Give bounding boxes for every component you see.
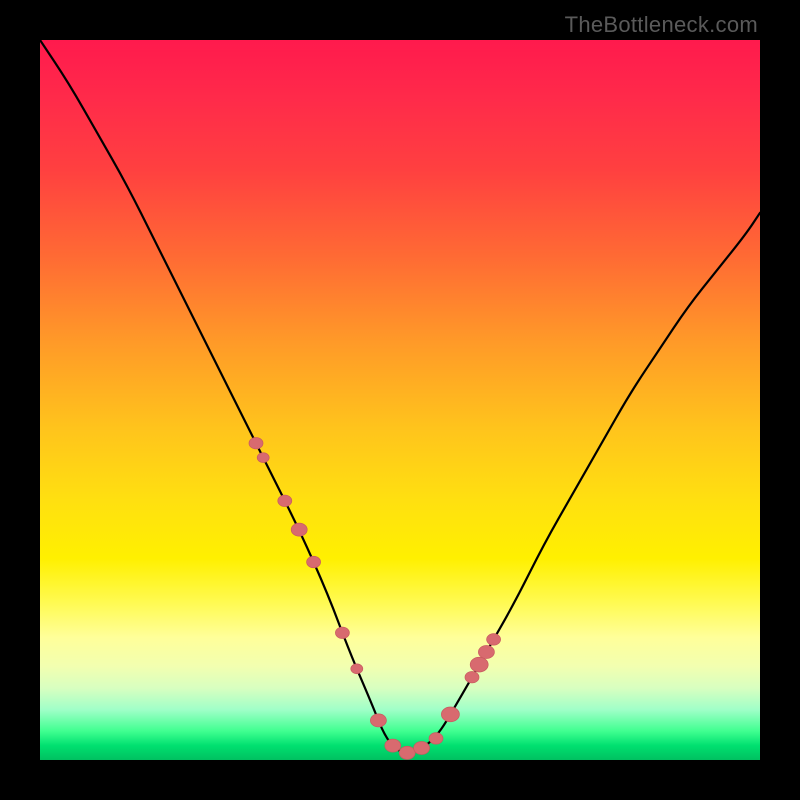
curve-dot xyxy=(414,741,430,754)
curve-dot xyxy=(257,453,269,463)
watermark-text: TheBottleneck.com xyxy=(565,12,758,38)
chart-svg xyxy=(40,40,760,760)
curve-dot xyxy=(478,645,494,658)
curve-dot xyxy=(291,523,307,536)
curve-dot xyxy=(335,627,349,638)
curve-dot xyxy=(370,714,386,727)
curve-dot xyxy=(487,634,501,645)
curve-dot xyxy=(351,664,363,674)
curve-dot xyxy=(441,707,459,722)
curve-dot xyxy=(465,671,479,682)
chart-frame: TheBottleneck.com xyxy=(0,0,800,800)
curve-dot xyxy=(429,733,443,744)
plot-area xyxy=(40,40,760,760)
bottleneck-curve xyxy=(40,40,760,753)
curve-dot xyxy=(307,556,321,567)
curve-dot xyxy=(470,657,488,672)
curve-dot xyxy=(399,746,415,759)
curve-dot xyxy=(385,739,401,752)
curve-dot xyxy=(278,495,292,506)
curve-dot xyxy=(249,437,263,448)
